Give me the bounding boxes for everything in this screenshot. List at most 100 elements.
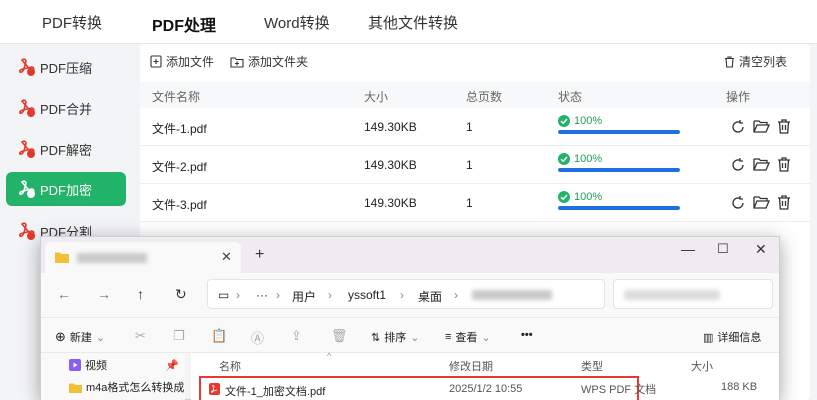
column-header-pages: 总页数 — [466, 90, 503, 104]
search-input[interactable] — [613, 279, 773, 309]
sidebar-item-pdf-merge[interactable]: PDF合并 — [6, 91, 126, 125]
status-text: 100% — [574, 191, 603, 203]
file-size: 188 KB — [721, 381, 758, 393]
file-name: 文件-2.pdf — [152, 160, 207, 174]
chevron-down-icon: ⌄ — [481, 331, 491, 344]
breadcrumb[interactable]: ▭ › ··· › 用户 › yssoft1 › 桌面 › — [207, 279, 605, 309]
maximize-icon[interactable]: ☐ — [717, 241, 729, 257]
progress-bar — [558, 168, 680, 172]
table-row[interactable]: 文件-2.pdf 149.30KB 1 100% — [140, 147, 810, 184]
breadcrumb-user[interactable]: yssoft1 — [348, 288, 386, 302]
progress-fill — [558, 206, 680, 210]
clear-list-button[interactable]: 清空列表 — [724, 53, 787, 70]
folder-open-icon[interactable] — [753, 157, 770, 172]
details-button[interactable]: ▥ 详细信息 — [703, 329, 761, 345]
new-tab-button[interactable]: + — [255, 246, 264, 264]
add-file-icon — [150, 55, 162, 68]
nav-item-videos[interactable]: 视频 📌 — [69, 357, 179, 373]
column-header-name[interactable]: 名称 — [219, 358, 241, 374]
toolbar: 添加文件 添加文件夹 清空列表 — [140, 44, 810, 78]
add-folder-button[interactable]: 添加文件夹 — [230, 53, 308, 70]
back-arrow-icon[interactable]: ← — [57, 286, 71, 302]
blurred-tab-title — [77, 253, 147, 263]
check-circle-icon — [558, 191, 570, 203]
delete-icon[interactable]: 🗑 — [331, 328, 348, 344]
delete-icon[interactable] — [777, 195, 791, 210]
delete-icon[interactable] — [777, 157, 791, 172]
column-header-size[interactable]: 大小 — [691, 358, 713, 374]
folder-open-icon[interactable] — [753, 195, 770, 210]
address-bar-row: ← → ↑ ↻ ▭ › ··· › 用户 › yssoft1 › 桌面 › — [41, 273, 779, 317]
progress-fill — [558, 130, 680, 134]
tab-word-convert[interactable]: Word转换 — [264, 12, 330, 33]
column-header-actions: 操作 — [726, 90, 751, 104]
chevron-down-icon: ⌄ — [410, 331, 420, 344]
explorer-tab[interactable]: ✕ — [45, 242, 241, 273]
breadcrumb-users[interactable]: 用户 — [292, 288, 316, 305]
view-icon: ≡ — [445, 331, 452, 343]
add-file-button[interactable]: 添加文件 — [150, 53, 214, 70]
folder-icon — [55, 252, 69, 263]
copy-icon[interactable]: ❐ — [173, 328, 185, 344]
nav-item-label: m4a格式怎么转换成 — [86, 382, 185, 394]
sidebar-item-pdf-encrypt[interactable]: PDF加密 — [6, 172, 126, 206]
sort-label: 排序 — [384, 332, 407, 344]
row-actions — [730, 195, 791, 211]
blurred-folder-name — [472, 290, 552, 300]
list-item-highlighted[interactable]: 文件-1_加密文档.pdf 2025/1/2 10:55 — [199, 376, 639, 400]
folder-icon — [69, 383, 82, 393]
more-icon[interactable]: ··· — [256, 288, 268, 302]
sidebar-item-pdf-decrypt[interactable]: PDF解密 — [6, 132, 126, 166]
pdf-icon — [18, 57, 36, 77]
breadcrumb-desktop[interactable]: 桌面 — [418, 288, 442, 305]
file-size: 149.30KB — [364, 120, 417, 134]
minimize-icon[interactable]: — — [681, 241, 695, 257]
new-label: 新建 — [69, 332, 92, 344]
table-row[interactable]: 文件-1.pdf 149.30KB 1 100% — [140, 109, 810, 146]
status-cell: 100% — [558, 153, 680, 172]
view-label: 查看 — [455, 332, 478, 344]
more-options-button[interactable]: ••• — [521, 329, 533, 341]
column-header-type[interactable]: 类型 — [581, 358, 603, 374]
sort-button[interactable]: ⇅ 排序 ⌄ — [371, 329, 419, 345]
rename-icon[interactable]: Ⓐ — [251, 328, 264, 347]
up-arrow-icon[interactable]: ↑ — [137, 286, 144, 302]
file-pages: 1 — [466, 196, 473, 210]
refresh-icon[interactable] — [730, 195, 746, 211]
share-icon[interactable]: ⇪ — [291, 328, 302, 344]
refresh-icon[interactable] — [730, 119, 746, 135]
nav-item-folder[interactable]: m4a格式怎么转换成 — [69, 379, 184, 395]
top-tab-bar: PDF转换 PDF处理 Word转换 其他文件转换 — [0, 0, 817, 44]
sidebar-item-label: PDF压缩 — [40, 60, 93, 76]
pdf-icon — [18, 221, 36, 241]
delete-icon[interactable] — [777, 119, 791, 134]
view-button[interactable]: ≡ 查看 ⌄ — [445, 329, 491, 345]
trash-icon — [725, 55, 734, 68]
table-header: 文件名称 大小 总页数 状态 操作 — [140, 82, 810, 108]
table-row[interactable]: 文件-3.pdf 149.30KB 1 100% — [140, 185, 810, 222]
sidebar-item-label: PDF解密 — [40, 142, 93, 158]
file-type: WPS PDF 文档 — [581, 384, 657, 396]
new-button[interactable]: ⊕ 新建 ⌄ — [55, 329, 105, 345]
folder-open-icon[interactable] — [753, 119, 770, 134]
tab-pdf-convert[interactable]: PDF转换 — [42, 12, 102, 33]
sidebar-item-pdf-compress[interactable]: PDF压缩 — [6, 50, 126, 84]
forward-arrow-icon[interactable]: → — [97, 286, 111, 302]
add-folder-label: 添加文件夹 — [248, 55, 309, 69]
file-name: 文件-1_加密文档.pdf — [225, 386, 326, 398]
tab-pdf-process[interactable]: PDF处理 — [152, 12, 216, 42]
progress-fill — [558, 168, 680, 172]
chevron-down-icon: ⌄ — [95, 331, 106, 344]
cut-icon[interactable]: ✂ — [135, 328, 146, 344]
tab-other-convert[interactable]: 其他文件转换 — [368, 12, 458, 33]
column-header-modified[interactable]: 修改日期 — [449, 358, 493, 374]
window-titlebar: ✕ + — ☐ ✕ — [41, 237, 779, 273]
pdf-file-icon — [209, 383, 220, 395]
close-tab-icon[interactable]: ✕ — [221, 249, 232, 265]
close-window-icon[interactable]: ✕ — [755, 241, 767, 258]
refresh-icon[interactable]: ↻ — [175, 286, 187, 303]
pin-icon[interactable]: 📌 — [165, 359, 179, 372]
status-cell: 100% — [558, 115, 680, 134]
paste-icon[interactable]: 📋 — [211, 328, 227, 344]
refresh-icon[interactable] — [730, 157, 746, 173]
